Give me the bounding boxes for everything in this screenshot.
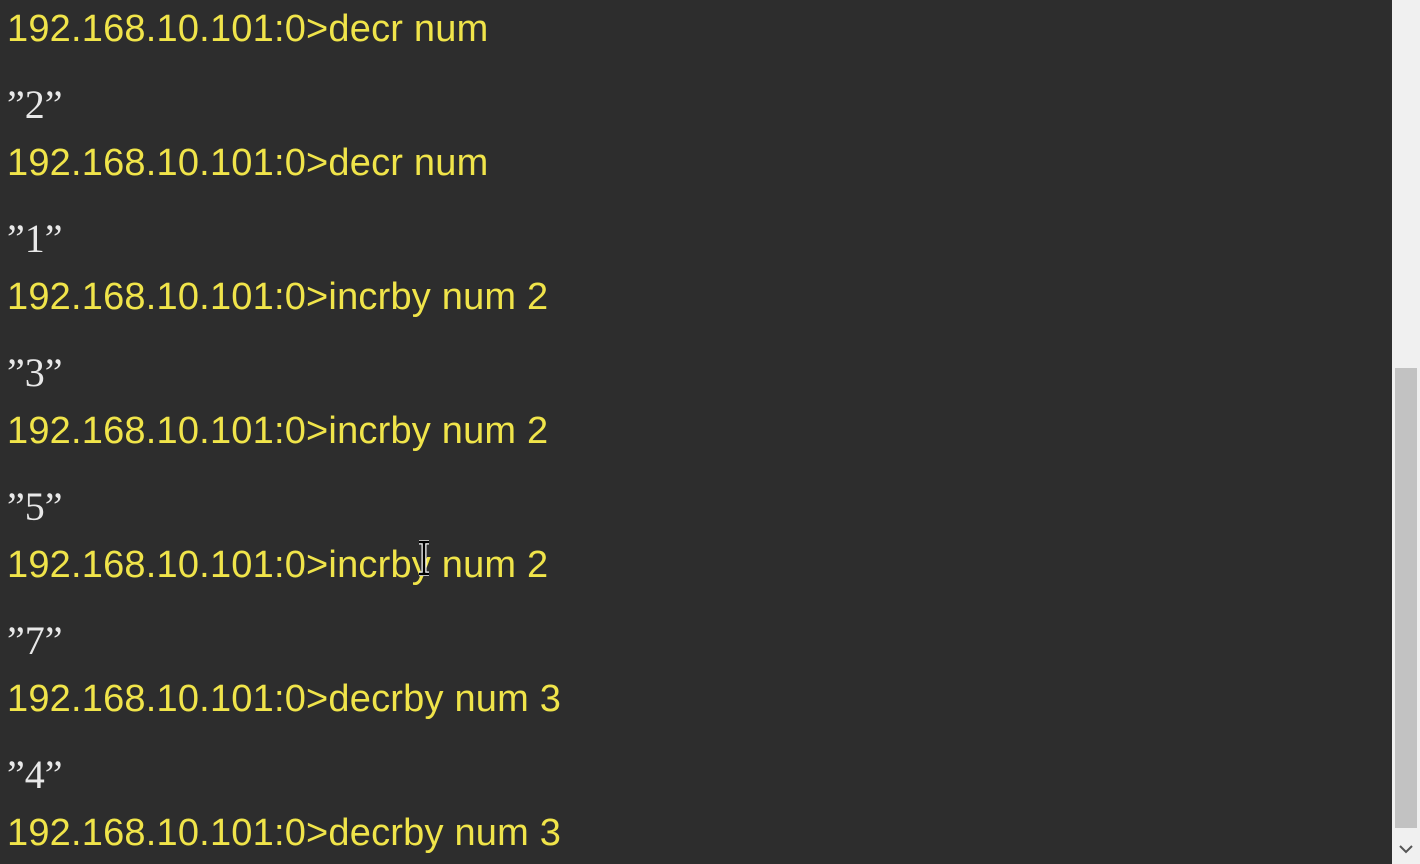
chevron-down-icon (1399, 845, 1413, 854)
response-line: ”2” (7, 82, 63, 127)
command-line: 192.168.10.101:0>decrby num 3 (7, 812, 562, 854)
command-line: 192.168.10.101:0>decr num (7, 142, 489, 184)
response-line: ”7” (7, 618, 63, 663)
scroll-down-button[interactable] (1392, 834, 1420, 864)
command-line: 192.168.10.101:0>decr num (7, 8, 489, 50)
ibeam-cursor-icon (419, 540, 429, 576)
scrollbar-thumb[interactable] (1395, 368, 1417, 828)
command-line: 192.168.10.101:0>decrby num 3 (7, 678, 562, 720)
console-output[interactable]: 192.168.10.101:0>decr num ”2” 192.168.10… (0, 0, 1392, 864)
response-line: ”4” (7, 752, 63, 797)
command-line: 192.168.10.101:0>incrby num 2 (7, 544, 549, 586)
response-line: ”1” (7, 216, 63, 261)
command-line: 192.168.10.101:0>incrby num 2 (7, 276, 549, 318)
response-line: ”3” (7, 350, 63, 395)
command-line: 192.168.10.101:0>incrby num 2 (7, 410, 549, 452)
vertical-scrollbar[interactable] (1392, 0, 1420, 864)
response-line: ”5” (7, 484, 63, 529)
